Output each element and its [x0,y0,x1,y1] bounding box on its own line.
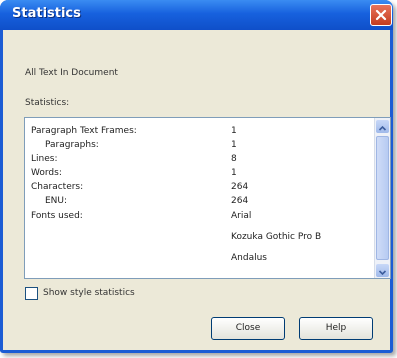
statistics-list[interactable]: Paragraph Text Frames: 1 Paragraphs: 1 L… [24,117,391,279]
stat-value: 264 [231,182,249,192]
stat-label: Fonts used: [31,211,83,221]
vertical-scrollbar[interactable] [374,118,390,278]
show-style-statistics-checkbox[interactable] [25,287,38,300]
title-bar[interactable]: Statistics [0,0,393,30]
chevron-down-icon [378,270,387,276]
stat-value: Kozuka Gothic Pro B [231,232,322,242]
stat-label: Characters: [31,182,84,192]
help-button[interactable]: Help [299,317,373,340]
statistics-label: Statistics: [25,98,70,108]
close-icon [375,9,387,21]
stat-value: Andalus [231,253,267,263]
stat-value: Arial [231,211,252,221]
window-close-button[interactable] [370,4,392,26]
scroll-down-button[interactable] [376,264,389,277]
scope-label: All Text In Document [25,68,118,78]
stat-value: 264 [231,196,249,206]
stat-label: Lines: [31,154,58,164]
stat-value: 1 [231,168,237,178]
stat-label: Words: [31,168,62,178]
close-button[interactable]: Close [211,317,285,340]
stat-label: ENU: [45,196,68,206]
chevron-up-icon [378,125,387,131]
stat-label: Paragraphs: [45,140,99,150]
stat-value: 8 [231,154,237,164]
statistics-dialog: Statistics All Text In Document Statisti… [0,0,393,353]
stat-value: 1 [231,126,237,136]
show-style-statistics-label: Show style statistics [43,288,135,298]
stat-value: 1 [231,140,237,150]
scroll-thumb[interactable] [376,136,389,260]
stat-label: Paragraph Text Frames: [31,126,137,136]
dialog-title: Statistics [12,6,81,21]
scroll-up-button[interactable] [376,120,389,133]
